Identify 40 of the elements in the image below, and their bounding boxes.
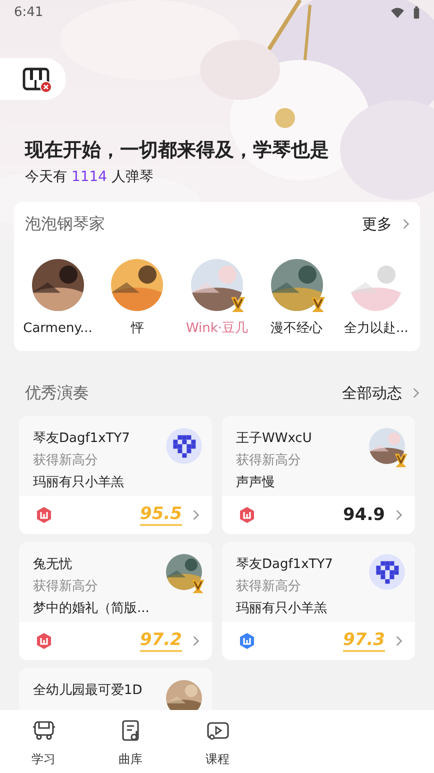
avatar-icon [369, 554, 405, 590]
action-text: 获得新高分 [33, 578, 99, 596]
user-name: 王子WWxcU [236, 430, 312, 448]
section-title: 优秀演奏 [25, 382, 89, 404]
action-text: 获得新高分 [236, 578, 302, 596]
pianist-name[interactable]: 全力以赴... [344, 319, 408, 339]
score: 97.3 [343, 630, 385, 652]
performance-card[interactable]: 琴友Dagf1xTY7 获得新高分 玛丽有只小羊羔 97.3 [222, 542, 415, 660]
song-title: 声声慢 [236, 474, 276, 492]
chevron-icon [192, 509, 200, 521]
chevron-icon [192, 635, 200, 647]
score: 95.5 [140, 504, 182, 526]
chevron-icon [395, 635, 403, 647]
more-link[interactable]: 全部动态 [342, 384, 420, 402]
user-name: 全幼儿园最可爱1D [33, 682, 142, 700]
performance-card[interactable]: 琴友Dagf1xTY7 获得新高分 玛丽有只小羊羔 95.5 [19, 416, 212, 534]
score: 94.9 [343, 505, 385, 525]
action-text: 获得新高分 [236, 452, 302, 470]
video-icon [206, 719, 230, 741]
performance-card[interactable]: 兔无忧 获得新高分 梦中的婚礼（简版... 97.2 [19, 542, 212, 660]
score: 97.2 [140, 630, 182, 652]
performance-card[interactable]: 王子WWxcU 获得新高分 声声慢 94.9 [222, 416, 415, 534]
song-title: 玛丽有只小羊羔 [33, 474, 125, 492]
performance-card[interactable]: 全幼儿园最可爱1D [19, 668, 212, 710]
pianist-name[interactable]: Carmeny... [23, 319, 92, 339]
user-name: 兔无忧 [33, 556, 73, 574]
user-name: 琴友Dagf1xTY7 [236, 556, 333, 574]
chevron-icon [412, 387, 420, 399]
action-text: 获得新高分 [33, 452, 99, 470]
chevron-icon [395, 509, 403, 521]
pianist-name[interactable]: 怦 [130, 319, 144, 339]
song-title: 玛丽有只小羊羔 [236, 600, 328, 618]
pianist-name[interactable]: 漫不经心 [270, 319, 323, 339]
nav-tab[interactable]: 课程 [174, 710, 261, 773]
avatar-icon [166, 428, 202, 464]
nav-tab[interactable]: 学习 [0, 710, 87, 773]
nav-tab[interactable]: 曲库 [87, 710, 174, 773]
user-name: 琴友Dagf1xTY7 [33, 430, 130, 448]
bus-icon [32, 719, 56, 741]
song-title: 梦中的婚礼（简版... [33, 600, 150, 618]
